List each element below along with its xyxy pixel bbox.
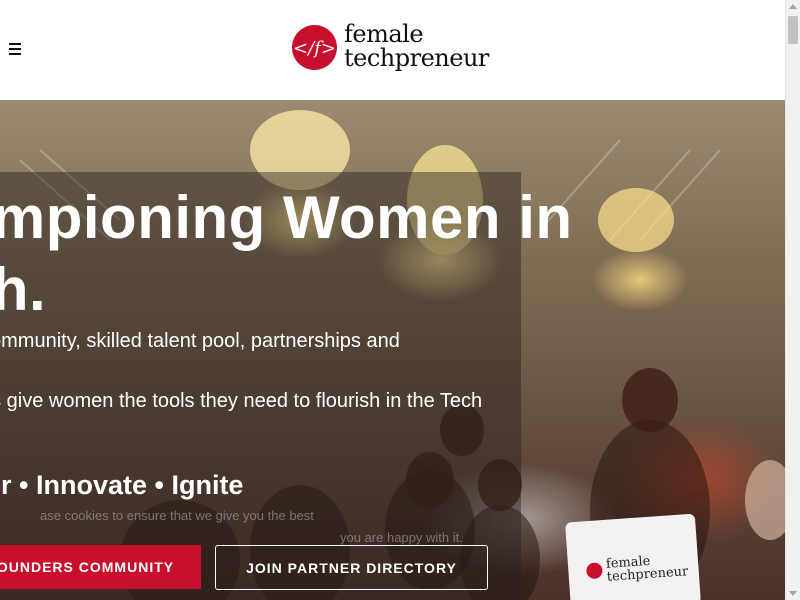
hero-title-line1: ampioning Women in [0, 184, 573, 251]
cookie-notice-text-2: you are happy with it. [340, 530, 463, 545]
scroll-down-arrow-icon[interactable] [789, 591, 797, 596]
hero-desc-line1: community, skilled talent pool, partners… [0, 330, 400, 352]
hero-title-line2: ch. [0, 256, 47, 323]
hero-section: female techpreneur ampioning Women in ch… [0, 100, 785, 600]
scrollbar-thumb[interactable] [788, 16, 798, 44]
logo-line-techpreneur: techpreneur [344, 44, 489, 72]
logo-mark-icon: </f> [292, 25, 337, 70]
page-scrollbar[interactable] [785, 0, 800, 600]
hero-title: ampioning Women in ch. [0, 182, 573, 326]
logo-wordmark: female techpreneur [344, 22, 489, 70]
hero-tagline: wer • Innovate • Ignite [0, 470, 244, 500]
hamburger-menu-icon[interactable] [9, 43, 22, 55]
logo-line-female: female [344, 20, 424, 48]
join-partner-directory-button[interactable]: JOIN PARTNER DIRECTORY [215, 545, 488, 590]
pillow-logo-icon [585, 562, 603, 580]
hero-description: community, skilled talent pool, partners… [0, 326, 520, 416]
branded-pillow: female techpreneur [565, 513, 701, 600]
scroll-up-arrow-icon[interactable] [789, 4, 797, 9]
cookie-notice-text: ase cookies to ensure that we give you t… [40, 508, 314, 523]
pillow-text-techpreneur: techpreneur [606, 564, 689, 585]
founders-community-button[interactable]: OUNDERS COMMUNITY [0, 545, 201, 589]
logo-mark-glyph: </f> [293, 38, 336, 59]
hero-desc-line3: es give women the tools they need to flo… [0, 390, 483, 412]
hero-desc-line2 [0, 356, 520, 386]
pillow-logo-text: female techpreneur [606, 552, 689, 585]
site-header: </f> female techpreneur [0, 0, 785, 100]
